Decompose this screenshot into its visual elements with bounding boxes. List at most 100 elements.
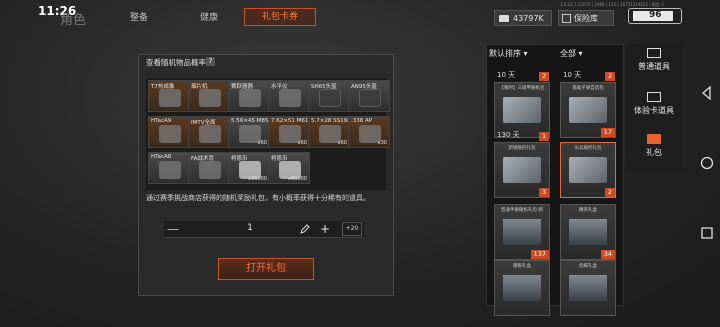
recents-nav-icon[interactable] — [700, 226, 714, 240]
item-count: x60 — [257, 140, 267, 146]
reward-item[interactable]: 烟片机 — [188, 80, 230, 112]
pack-art — [503, 275, 541, 301]
category-label: 体验卡道具 — [634, 106, 674, 115]
quantity-value[interactable]: 1 — [230, 223, 270, 233]
reward-item[interactable]: AN95头盔 — [348, 80, 390, 112]
card-corner-tag: 2 — [539, 72, 549, 81]
home-nav-icon[interactable] — [700, 156, 714, 170]
item-thumbnail — [319, 89, 341, 107]
reward-item[interactable]: 5.7×28 SS198 x60 — [308, 116, 350, 148]
card-label: 基础子弹自选包 — [572, 86, 604, 91]
filter-label: 全部 — [560, 49, 576, 58]
inventory-card[interactable]: 普通手册随机礼包-新 137 — [494, 204, 550, 260]
sort-label: 默认排序 — [489, 49, 521, 58]
quantity-max-button[interactable]: +20 — [342, 222, 362, 236]
back-nav-icon[interactable] — [700, 86, 714, 100]
item-name: T7热成像 — [151, 84, 175, 90]
item-thumbnail — [239, 89, 261, 107]
filter-dropdown[interactable]: 全部 ▾ — [560, 48, 583, 59]
reward-item[interactable]: 水平仪 — [268, 80, 310, 112]
pack-art — [503, 219, 541, 245]
reward-item[interactable]: .338 AP x30 — [348, 116, 390, 148]
reward-item[interactable]: 赛跃器器 — [228, 80, 270, 112]
card-count-badge: 3 — [538, 188, 549, 197]
reward-item[interactable]: T7热成像 — [148, 80, 190, 112]
reward-item[interactable]: 7.62×51 M61 x60 — [268, 116, 310, 148]
pencil-icon[interactable] — [300, 224, 310, 234]
sort-dropdown[interactable]: 默认排序 ▾ — [489, 48, 528, 59]
help-icon[interactable]: ? — [206, 57, 215, 66]
safe-icon — [562, 13, 571, 23]
card-count-badge: 2 — [604, 188, 615, 197]
item-name: .338 AP — [351, 118, 373, 124]
reward-item[interactable]: HTacA9 — [148, 116, 190, 148]
safe-button[interactable]: 保险库 — [558, 10, 614, 26]
tab-health[interactable]: 健康 — [200, 10, 218, 23]
reward-item-grid: T7热成像 烟片机 赛跃器器 水平仪 SH65头盔 AN95头盔 HTacA9 IMTV全面 5… — [146, 78, 390, 190]
reward-item[interactable]: HTacA8 — [148, 152, 190, 184]
probability-title: 查看随机物品概率: — [146, 58, 209, 67]
item-count: x30 — [377, 140, 387, 146]
inventory-card[interactable]: 随眼礼盒 — [494, 260, 550, 316]
tab-gear[interactable]: 整备 — [130, 10, 148, 23]
card-count-badge: 17 — [600, 128, 615, 137]
card-icon — [647, 92, 661, 102]
inventory-card[interactable]: 10 天 2 基础子弹自选包 17 — [560, 71, 616, 138]
inventory-card[interactable]: 130 天 1 新锐级控礼包 3 — [494, 131, 550, 198]
item-name: SH65头盔 — [311, 84, 337, 90]
item-thumbnail — [159, 161, 181, 179]
item-name: FA战术背 — [191, 156, 214, 162]
category-gift-packs[interactable]: 礼包 — [626, 134, 682, 158]
open-pack-button[interactable]: 打开礼包 — [218, 258, 314, 280]
item-thumbnail — [199, 161, 221, 179]
currency-display: 43797K — [494, 10, 552, 26]
item-count: x60 — [297, 140, 307, 146]
item-thumbnail — [199, 89, 221, 107]
battery-indicator: 96 — [628, 8, 682, 24]
gift-icon — [647, 134, 661, 144]
item-name: HTacA8 — [151, 154, 172, 160]
card-label: 新锐级控礼包 — [508, 146, 536, 151]
category-label: 普通道具 — [638, 62, 670, 71]
reward-item[interactable]: 柯恩币 x30000 — [228, 152, 270, 184]
inventory-card[interactable]: 指挥礼盒 — [560, 260, 616, 316]
item-name: 烟片机 — [191, 84, 208, 90]
category-common-items[interactable]: 普通道具 — [626, 48, 682, 72]
reward-item[interactable]: 柯恩币 x60000 — [268, 152, 310, 184]
item-name: 5.7×28 SS198 — [311, 118, 350, 124]
plus-button[interactable]: + — [318, 222, 332, 236]
pack-description: 通过赛季挑战商店获得的随机奖励礼包，有小概率获得十分稀有的道具。 — [146, 194, 370, 202]
reward-item[interactable]: SH65头盔 — [308, 80, 350, 112]
item-thumbnail — [199, 125, 221, 143]
item-name: 柯恩币 — [231, 156, 248, 162]
card-timer: 130 天 — [497, 131, 520, 139]
reward-item[interactable]: FA战术背 — [188, 152, 230, 184]
category-trial-cards[interactable]: 体验卡道具 — [626, 92, 682, 116]
card-label: 指挥礼盒 — [579, 264, 597, 269]
card-label: 【限时】三级甲随机包 — [499, 86, 545, 91]
tab-gift-pack[interactable]: 礼包卡券 — [244, 8, 316, 26]
item-name: 柯恩币 — [271, 156, 288, 162]
back-title[interactable]: 角色 — [60, 9, 86, 28]
card-label: 精英礼盒 — [579, 208, 597, 213]
battery-level: 96 — [649, 10, 662, 20]
item-count: x60 — [337, 140, 347, 146]
currency-value: 43797K — [513, 13, 544, 23]
inventory-card[interactable]: 尖兵级控礼包 2 — [560, 142, 616, 198]
card-label: 随眼礼盒 — [513, 264, 531, 269]
pack-art — [503, 157, 541, 183]
item-name: HTacA9 — [151, 118, 172, 124]
reward-item[interactable]: IMTV全面 — [188, 116, 230, 148]
item-name: IMTV全面 — [191, 120, 216, 126]
pack-art — [569, 275, 607, 301]
item-count: x60000 — [288, 176, 307, 182]
card-timer: 10 天 — [497, 71, 516, 79]
item-name: 5.56×45 M855 — [231, 118, 270, 124]
minus-button[interactable]: — — [166, 222, 180, 236]
item-name: 赛跃器器 — [231, 84, 254, 90]
pack-art — [569, 97, 607, 123]
pack-art — [569, 157, 607, 183]
reward-item[interactable]: 5.56×45 M855 x60 — [228, 116, 270, 148]
item-name: 7.62×51 M61 — [271, 118, 309, 124]
inventory-card[interactable]: 精英礼盒 34 — [560, 204, 616, 260]
